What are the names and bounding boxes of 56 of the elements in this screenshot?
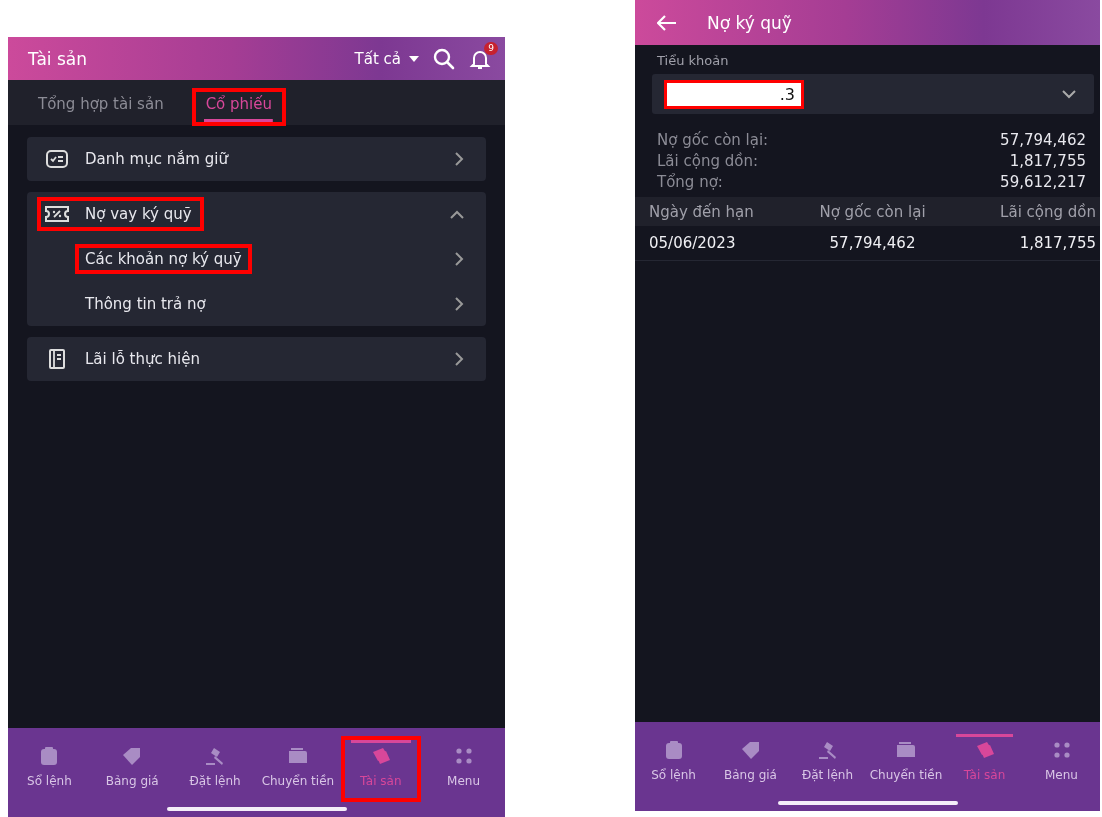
screen-title: Tài sản [28, 48, 87, 69]
nav-tab[interactable]: Menu [1023, 730, 1100, 796]
back-arrow-icon[interactable] [657, 14, 677, 31]
nav-tab[interactable]: Đặt lệnh [175, 736, 256, 802]
table-cell-text: 1,817,755 [1018, 234, 1096, 252]
submenu-label: Thông tin trả nợ [84, 293, 207, 315]
ticket-icon [45, 206, 69, 222]
wallet-icon [895, 740, 917, 760]
account-label: Tiểu khoản [656, 52, 730, 70]
table-row[interactable]: 05/06/2023 57,794,462 1,817,755 [635, 226, 1100, 261]
notification-badge: 9 [484, 41, 498, 55]
menu-label: Lãi lỗ thực hiện [85, 350, 200, 368]
nav-tab[interactable]: Menu [423, 736, 504, 802]
menu-item[interactable]: Nợ vay ký quỹ [27, 192, 486, 236]
menu-item[interactable]: Lãi lỗ thực hiện [27, 337, 486, 381]
chevron-right-icon [455, 296, 464, 311]
submenu-item[interactable]: Các khoản nợ ký quỹ [27, 236, 486, 281]
submenu-label: Các khoản nợ ký quỹ [75, 243, 252, 274]
checklist-icon [45, 150, 69, 168]
nav-tab[interactable]: Chuyển tiền [866, 730, 946, 796]
nav-tab[interactable]: Bảng giá [92, 736, 173, 802]
summary-value: 1,817,755 [1009, 151, 1086, 172]
nav-tab[interactable]: Đặt lệnh [789, 730, 866, 796]
active-indicator [956, 734, 1013, 737]
chevron-down-icon [1062, 89, 1076, 99]
tab[interactable]: Tổng hợp tài sản [24, 87, 178, 126]
nav-tab[interactable]: Bảng giá [712, 730, 789, 796]
menu-label: Nợ vay ký quỹ [85, 205, 192, 223]
column-header: Ngày đến hạn [649, 202, 755, 221]
column-header: Nợ gốc còn lại [818, 202, 927, 221]
nav-tab[interactable]: Sổ lệnh [9, 736, 90, 802]
summary-label: Nợ gốc còn lại: [657, 130, 769, 151]
filter-dropdown[interactable]: Tất cả [354, 49, 419, 68]
account-dropdown[interactable]: .3 [652, 74, 1094, 114]
column-header: Lãi cộng dồn [999, 202, 1096, 221]
nav-tab[interactable]: Sổ lệnh [635, 730, 712, 796]
menu-item[interactable]: Danh mục nắm giữ [27, 137, 486, 181]
search-icon[interactable] [433, 47, 455, 70]
table-cell-text: 05/06/2023 [649, 234, 737, 252]
summary-label: Lãi cộng dồn: [657, 151, 758, 172]
summary-value: 59,612,217 [1000, 172, 1086, 193]
account-value: .3 [664, 79, 804, 109]
tab[interactable]: Cổ phiếu [191, 87, 286, 126]
caret-icon [409, 55, 419, 62]
gavel-icon [816, 740, 839, 760]
menu-label: Danh mục nắm giữ [85, 150, 228, 168]
tag-icon [739, 740, 762, 760]
summary-label: Tổng nợ: [657, 172, 723, 193]
active-indicator [350, 740, 411, 743]
wallet-icon [286, 746, 309, 766]
submenu-item[interactable]: Thông tin trả nợ [27, 281, 486, 326]
table-cell-text: 57,794,462 [828, 234, 917, 252]
chevron-right-icon [455, 251, 464, 266]
screen-title: Nợ ký quỹ [707, 12, 792, 33]
nav-tab[interactable]: Chuyển tiền [257, 736, 338, 802]
summary-value: 57,794,462 [1000, 130, 1086, 151]
